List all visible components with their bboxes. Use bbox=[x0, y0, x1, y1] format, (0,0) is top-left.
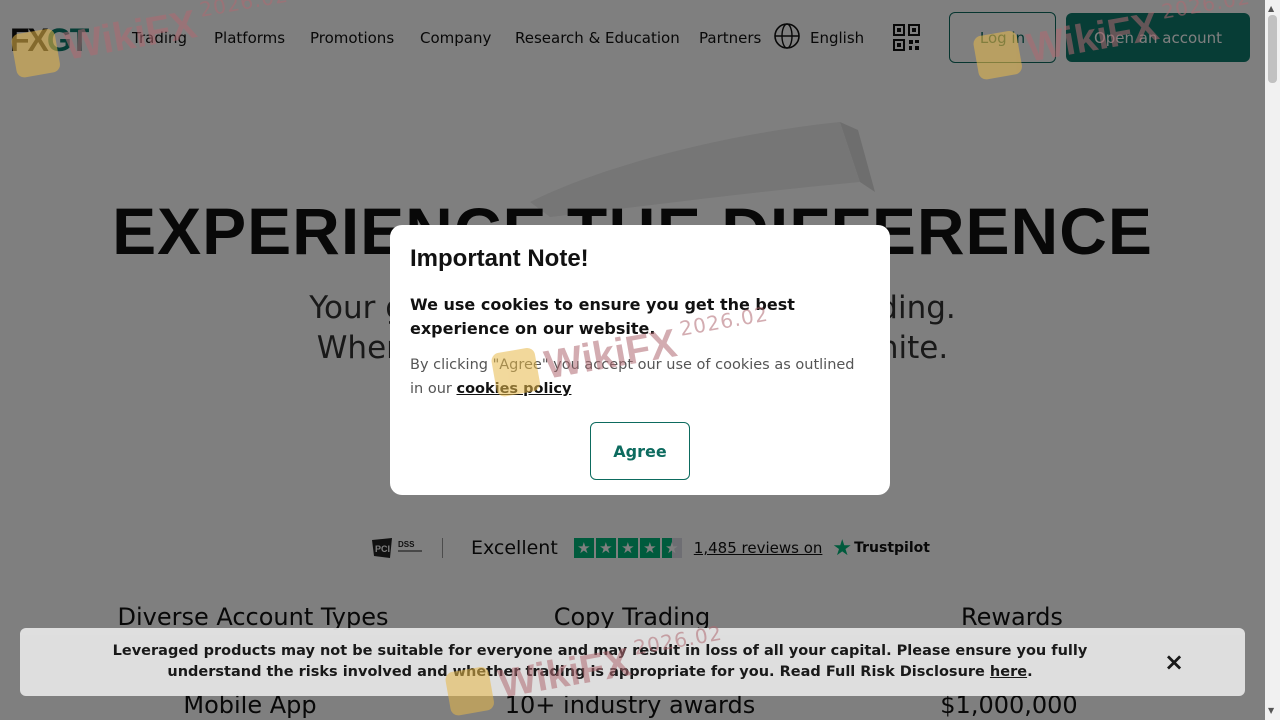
scroll-down-arrow-icon[interactable]: ▼ bbox=[1268, 706, 1274, 715]
modal-detail-text: By clicking "Agree" you accept our use o… bbox=[410, 353, 870, 401]
scrollbar-thumb[interactable] bbox=[1268, 15, 1277, 83]
cookie-consent-modal: Important Note! We use cookies to ensure… bbox=[390, 225, 890, 495]
close-icon[interactable]: × bbox=[1164, 650, 1184, 674]
scroll-up-arrow-icon[interactable]: ▲ bbox=[1268, 4, 1274, 13]
cookies-policy-link[interactable]: cookies policy bbox=[456, 381, 571, 397]
modal-main-text: We use cookies to ensure you get the bes… bbox=[410, 295, 795, 338]
risk-suffix: . bbox=[1027, 664, 1033, 680]
risk-disclosure-bar: Leveraged products may not be suitable f… bbox=[20, 628, 1245, 696]
modal-title: Important Note! bbox=[410, 245, 589, 272]
page-scrollbar[interactable]: ▲ ▼ bbox=[1265, 0, 1280, 720]
risk-disclosure-text: Leveraged products may not be suitable f… bbox=[80, 641, 1120, 683]
risk-body: Leveraged products may not be suitable f… bbox=[112, 643, 1088, 680]
agree-button[interactable]: Agree bbox=[590, 422, 690, 480]
risk-disclosure-link[interactable]: here bbox=[990, 664, 1027, 680]
